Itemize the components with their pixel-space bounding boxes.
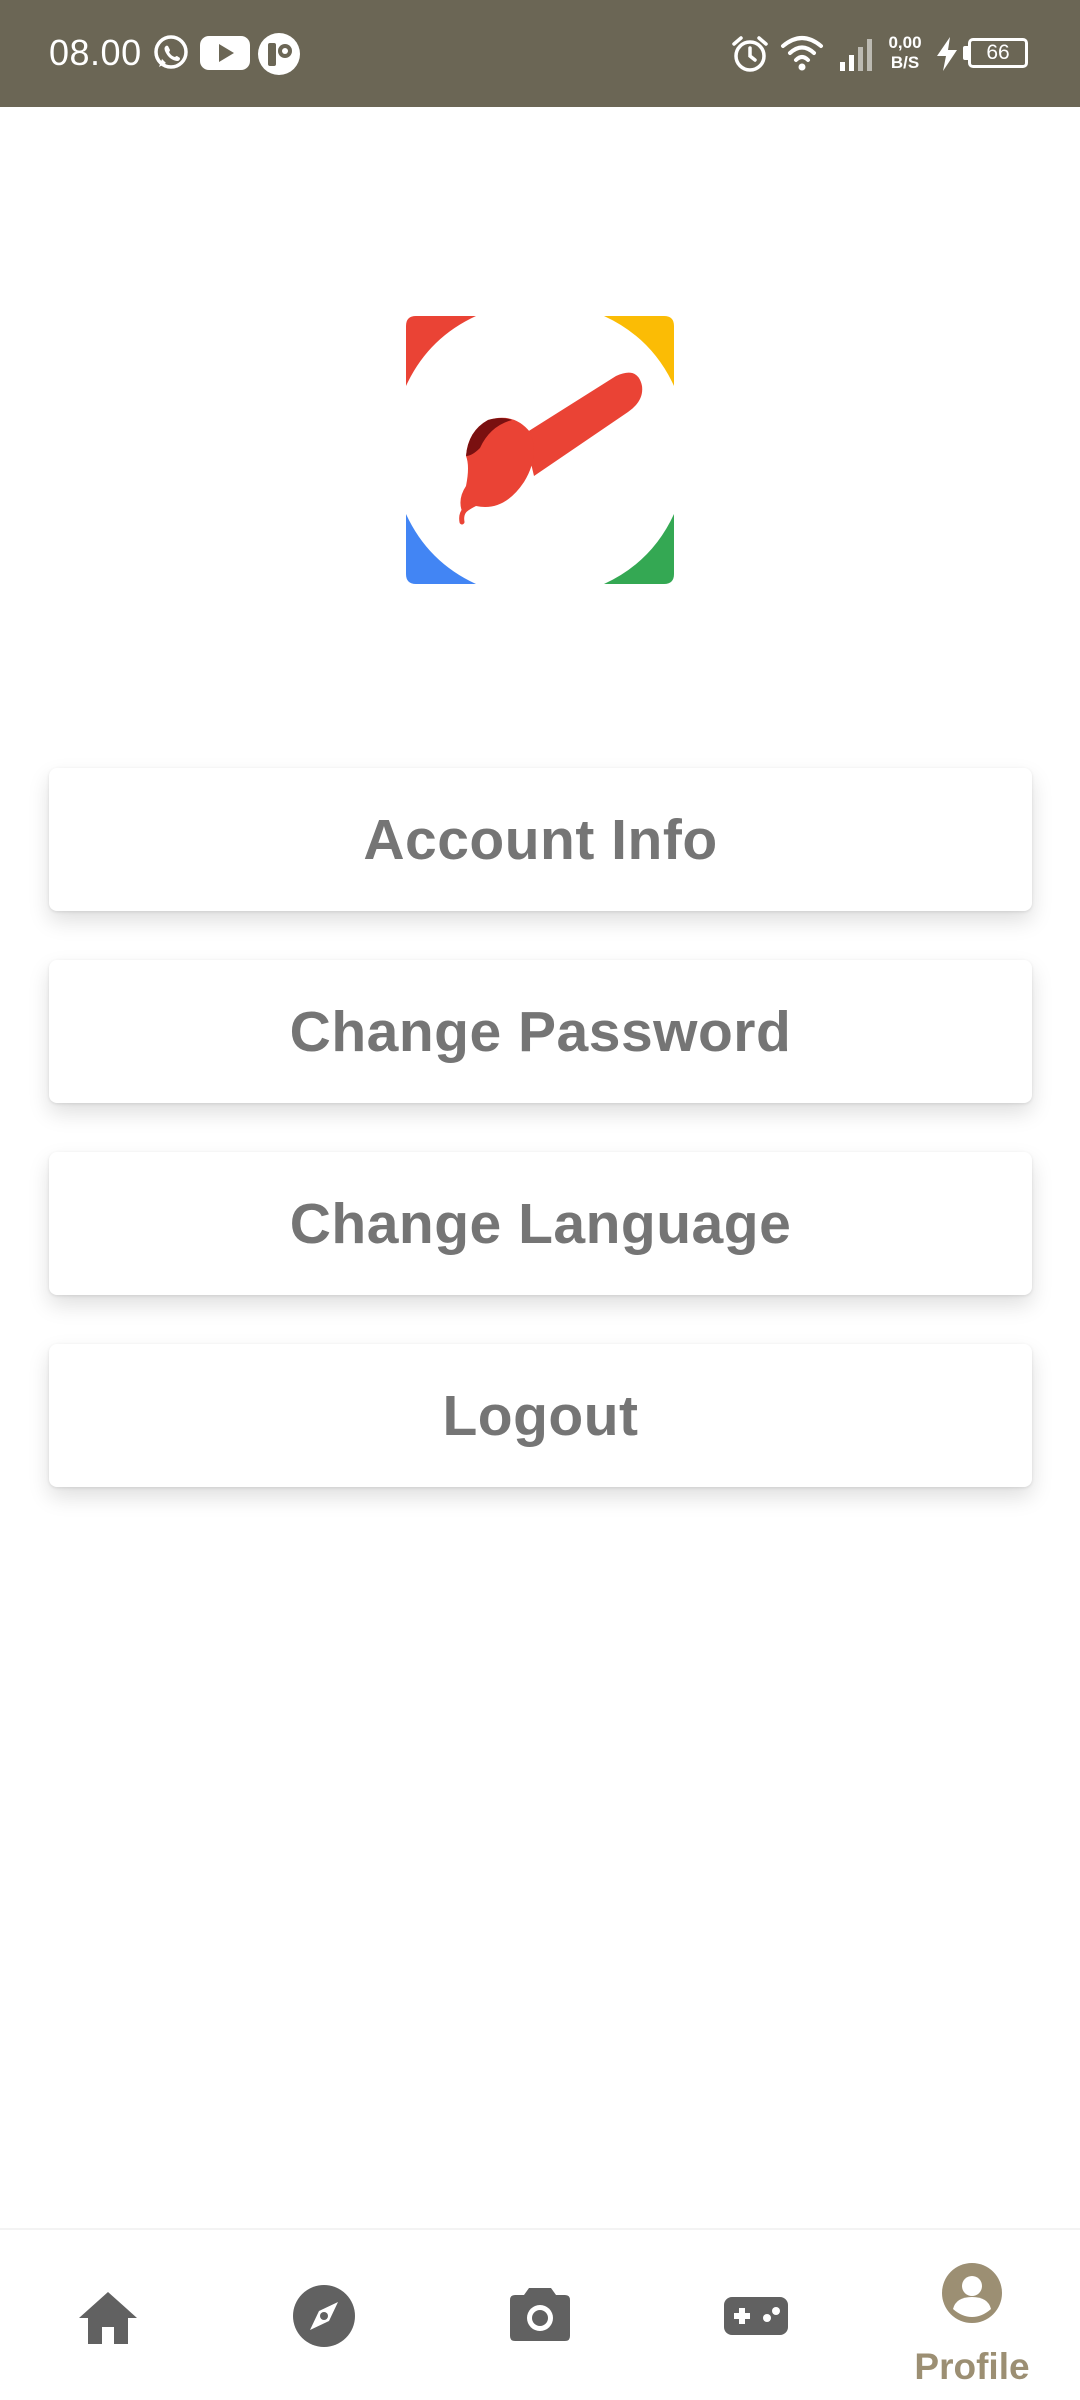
network-speed-value: 0,00 — [888, 33, 922, 52]
home-icon — [79, 2292, 137, 2344]
logout-button[interactable]: Logout — [49, 1344, 1032, 1487]
profile-screen: 08.00 0,00 B/S 66 Account Info Change Pa… — [0, 0, 1080, 2400]
nav-profile-label: Profile — [914, 2346, 1030, 2387]
nav-camera[interactable] — [432, 2230, 648, 2400]
charging-icon — [937, 37, 957, 71]
status-time: 08.00 — [49, 32, 142, 73]
signal-icon — [840, 39, 872, 71]
change-language-button[interactable]: Change Language — [49, 1152, 1032, 1295]
logout-label: Logout — [442, 1383, 639, 1448]
network-speed: 0,00 B/S — [885, 33, 925, 73]
alarm-icon — [732, 36, 768, 72]
change-password-button[interactable]: Change Password — [49, 960, 1032, 1103]
wifi-icon — [781, 36, 823, 71]
nav-home[interactable] — [0, 2230, 216, 2400]
nav-profile[interactable]: Profile — [864, 2230, 1080, 2400]
battery-level: 66 — [986, 41, 1010, 64]
change-password-label: Change Password — [289, 999, 792, 1064]
profile-icon — [942, 2263, 1002, 2323]
account-info-label: Account Info — [363, 807, 718, 872]
change-language-label: Change Language — [289, 1191, 792, 1256]
app-notification-icon — [258, 33, 300, 75]
camera-icon — [510, 2288, 570, 2341]
account-info-button[interactable]: Account Info — [49, 768, 1032, 911]
nav-explore[interactable] — [216, 2230, 432, 2400]
bottom-navigation: Profile — [0, 2228, 1080, 2400]
network-speed-unit: B/S — [890, 53, 920, 72]
battery-icon: 66 — [968, 38, 1028, 68]
youtube-icon — [200, 36, 250, 70]
nav-games[interactable] — [648, 2230, 864, 2400]
compass-icon — [293, 2285, 355, 2347]
whatsapp-icon — [154, 35, 188, 69]
gamepad-icon — [724, 2297, 788, 2335]
app-logo — [406, 316, 674, 584]
status-bar: 08.00 0,00 B/S 66 — [0, 0, 1080, 107]
